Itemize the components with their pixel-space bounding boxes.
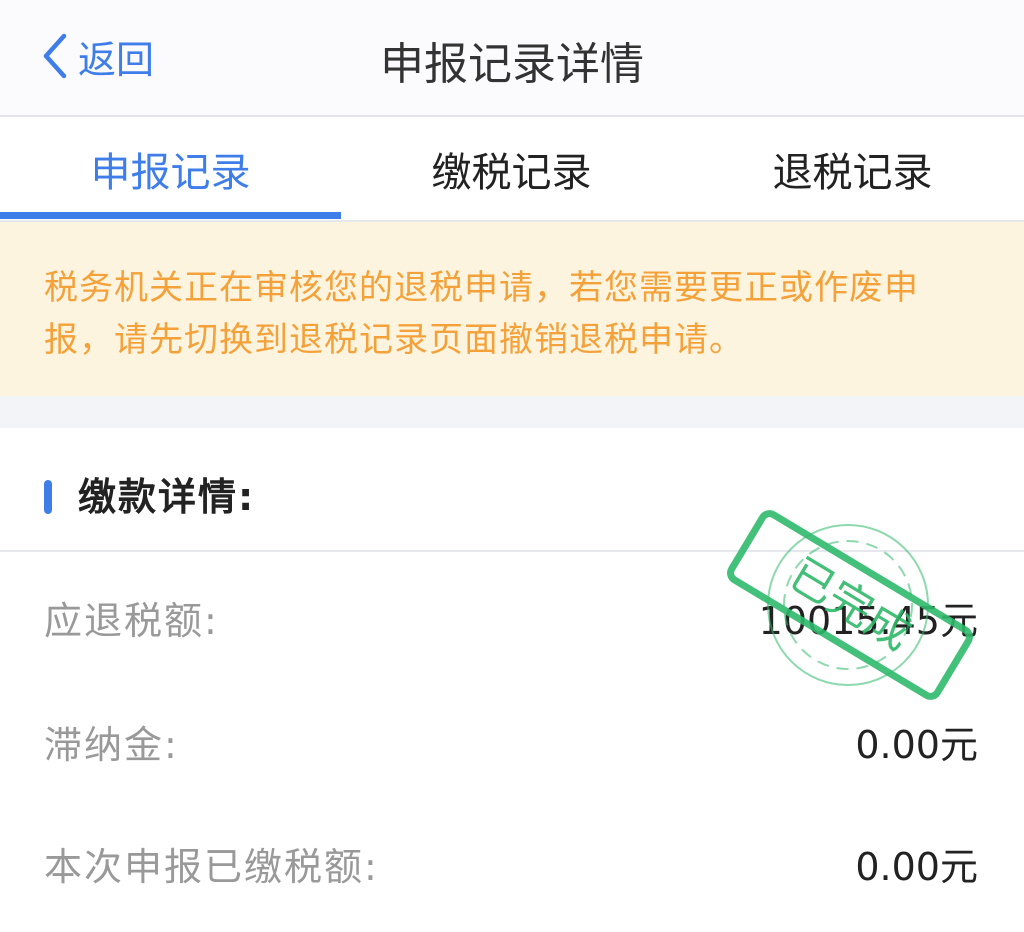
active-tab-indicator <box>0 212 341 219</box>
section-marker <box>44 480 52 514</box>
detail-label: 滞纳金: <box>44 723 179 767</box>
detail-row-paid-tax: 本次申报已缴税额: 0.00元 <box>0 802 1024 922</box>
detail-value: 10015.45元 <box>758 599 978 643</box>
section-spacer <box>0 396 1024 428</box>
tab-declaration-records[interactable]: 申报记录 <box>0 117 341 221</box>
notice-banner: 税务机关正在审核您的退税申请，若您需要更正或作废申报，请先切换到退税记录页面撤销… <box>0 222 1024 396</box>
tab-bar: 申报记录 缴税记录 退税记录 <box>0 117 1024 221</box>
page-title: 申报记录详情 <box>380 39 644 90</box>
detail-row-refund-amount: 应退税额: 10015.45元 <box>0 556 1024 676</box>
section-header: 缴款详情: <box>0 428 1024 550</box>
detail-value: 0.00元 <box>855 845 978 889</box>
detail-row-late-fee: 滞纳金: 0.00元 <box>0 680 1024 800</box>
tab-payment-records[interactable]: 缴税记录 <box>341 117 682 221</box>
detail-value: 0.00元 <box>855 723 978 767</box>
tab-refund-records[interactable]: 退税记录 <box>682 117 1023 221</box>
notice-text: 税务机关正在审核您的退税申请，若您需要更正或作废申报，请先切换到退税记录页面撤销… <box>44 268 919 360</box>
divider <box>0 550 1024 552</box>
section-title: 缴款详情: <box>78 475 256 519</box>
detail-label: 应退税额: <box>44 599 219 643</box>
nav-bar: 返回 申报记录详情 <box>0 0 1024 115</box>
detail-label: 本次申报已缴税额: <box>44 845 379 889</box>
